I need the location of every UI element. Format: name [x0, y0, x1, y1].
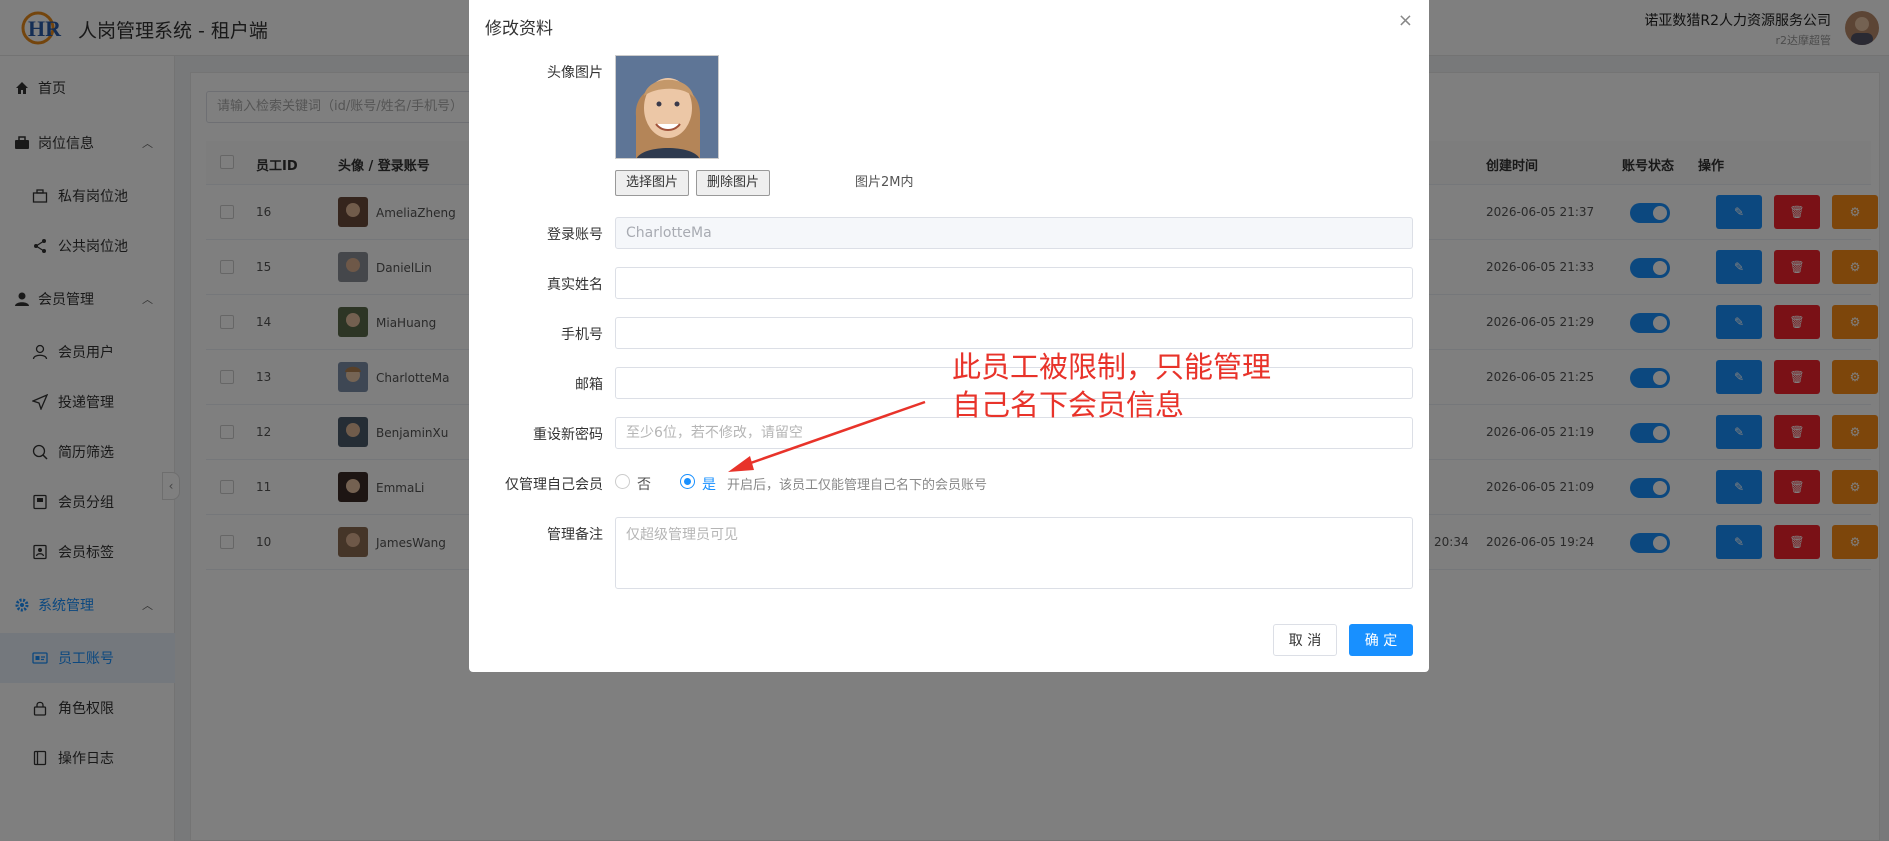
- restrict-no-radio[interactable]: [615, 474, 630, 489]
- remark-textarea[interactable]: 仅超级管理员可见: [615, 517, 1413, 589]
- password-label: 重设新密码: [533, 427, 603, 443]
- confirm-button[interactable]: 确 定: [1349, 624, 1413, 656]
- restrict-hint: 开启后，该员工仅能管理自己名下的会员账号: [727, 478, 988, 493]
- annotation-arrow: [728, 400, 926, 472]
- dialog-title: 修改资料: [485, 19, 553, 39]
- close-icon[interactable]: ×: [1398, 10, 1413, 31]
- phone-label: 手机号: [561, 327, 603, 343]
- restrict-yes-radio[interactable]: [680, 474, 695, 489]
- restrict-yes-label[interactable]: 是: [702, 474, 716, 494]
- login-account-field[interactable]: CharlotteMa: [615, 217, 1413, 249]
- real-name-field[interactable]: [615, 267, 1413, 299]
- login-label: 登录账号: [547, 227, 603, 243]
- remark-label: 管理备注: [547, 527, 603, 543]
- restrict-label: 仅管理自己会员: [505, 477, 603, 493]
- phone-field[interactable]: [615, 317, 1413, 349]
- delete-image-button[interactable]: 删除图片: [696, 170, 771, 196]
- real-name-label: 真实姓名: [547, 277, 603, 293]
- edit-profile-dialog: 修改资料 × 头像图片 选择图片 删除图片 图片2M内 登录账号 Charlot…: [469, 0, 1429, 672]
- cancel-button[interactable]: 取 消: [1273, 624, 1337, 656]
- annotation-callout: 此员工被限制，只能管理 自己名下会员信息: [952, 348, 1271, 424]
- email-label: 邮箱: [575, 377, 603, 393]
- avatar-label: 头像图片: [547, 65, 603, 81]
- choose-image-button[interactable]: 选择图片: [615, 170, 690, 196]
- annotation-line: 自己名下会员信息: [952, 388, 1185, 422]
- image-size-hint: 图片2M内: [855, 175, 914, 190]
- annotation-line: 此员工被限制，只能管理: [952, 350, 1272, 384]
- avatar-preview: [615, 55, 719, 159]
- restrict-no-label[interactable]: 否: [637, 474, 651, 494]
